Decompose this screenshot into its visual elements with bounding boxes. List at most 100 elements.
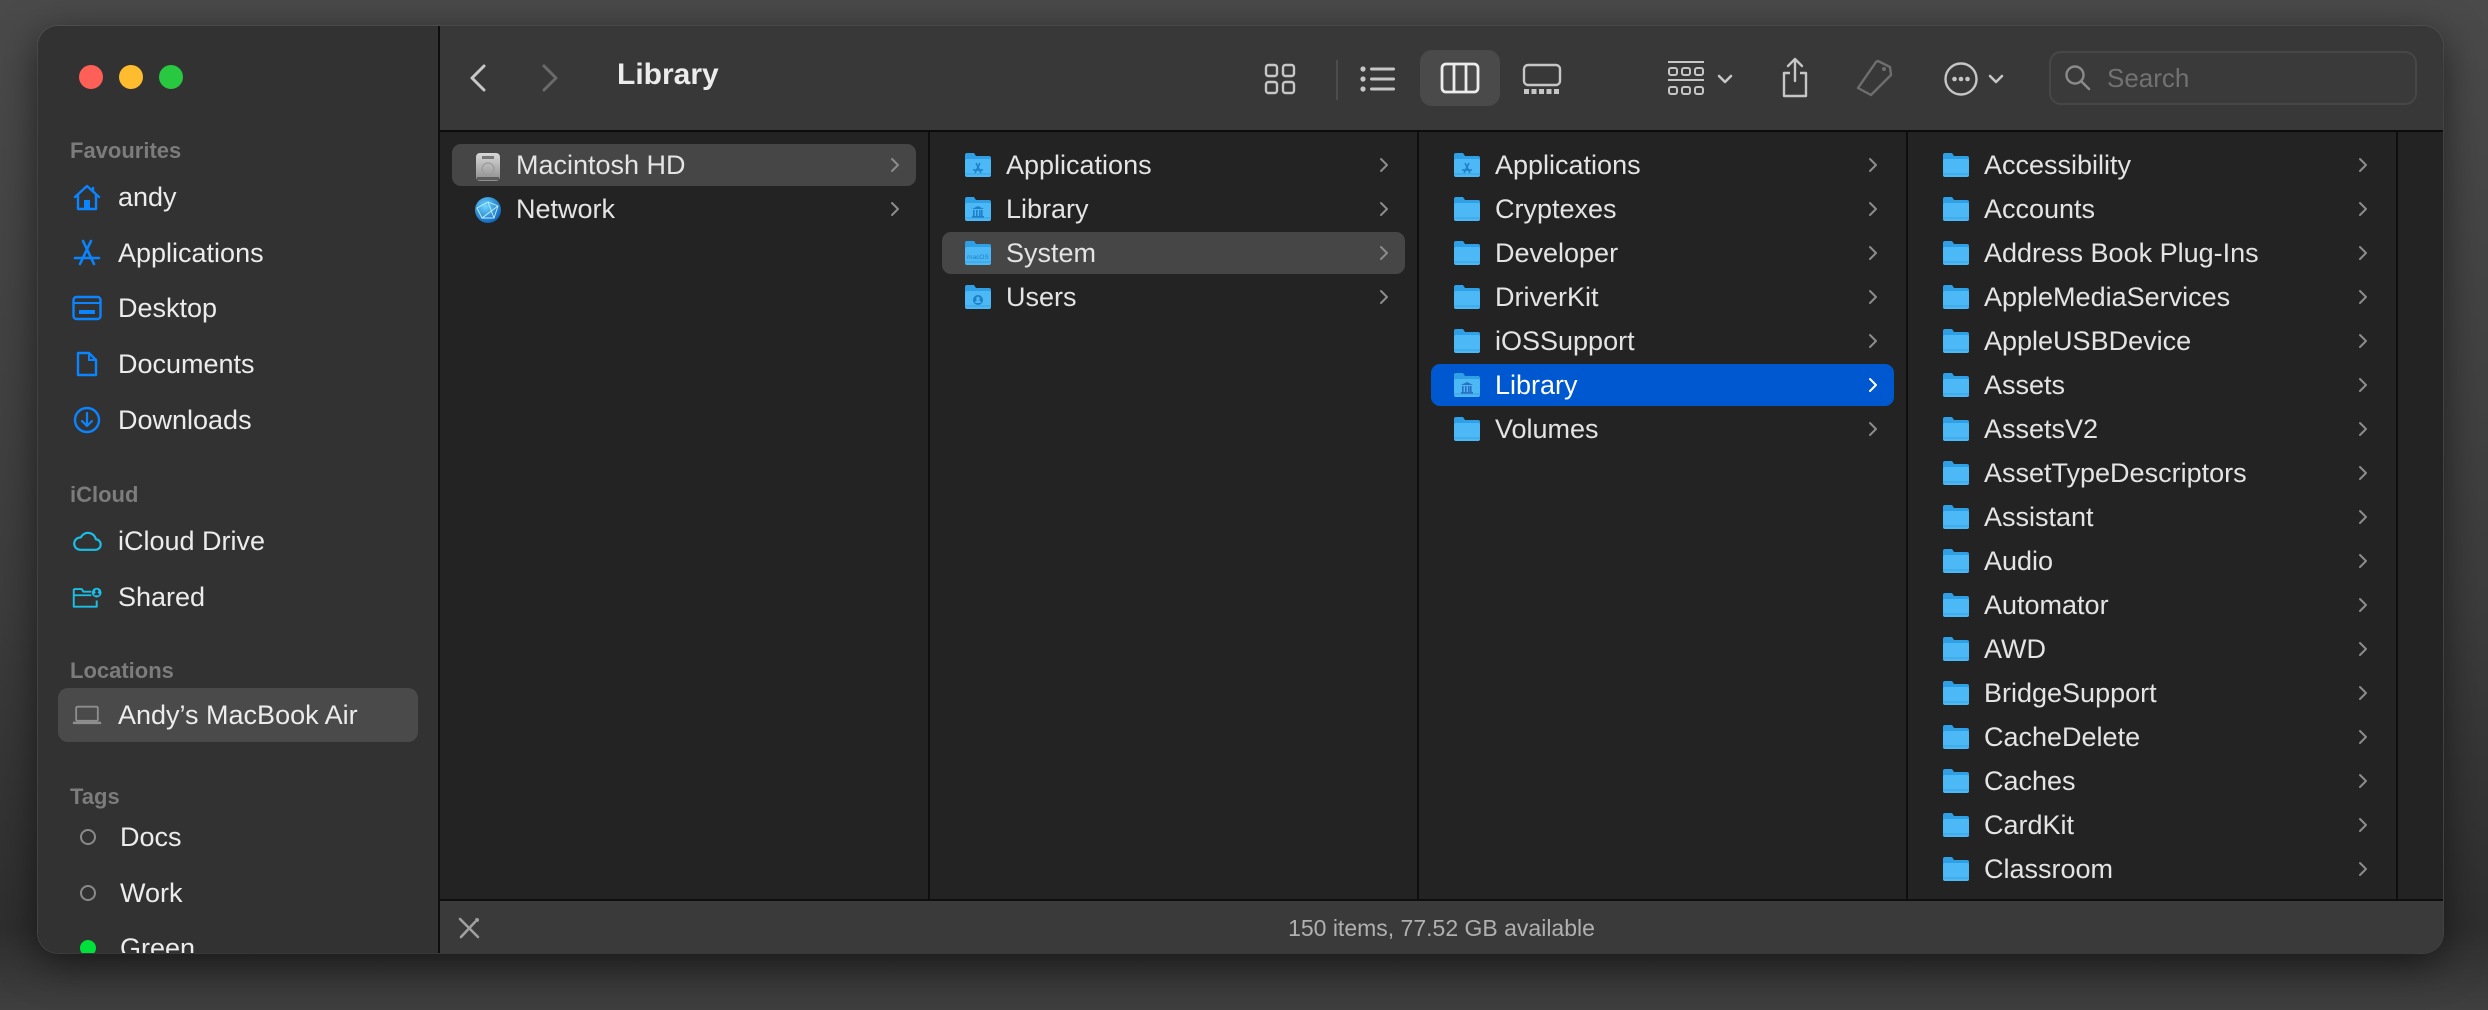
list-item[interactable]: Applications [942, 144, 1405, 186]
sidebar-item-icloud-drive[interactable]: iCloud Drive [58, 514, 418, 568]
search-field[interactable] [2049, 51, 2417, 105]
desktop-icon [72, 293, 102, 323]
column-3[interactable]: Applications Cryptexes Developer DriverKit i… [1419, 132, 1908, 899]
list-view-button[interactable] [1353, 52, 1403, 106]
list-item[interactable]: Assistant [1920, 496, 2384, 538]
list-item[interactable]: Network [452, 188, 916, 230]
list-item[interactable]: Automator [1920, 584, 2384, 626]
sidebar-item-tag-docs[interactable]: Docs [58, 810, 418, 864]
back-button[interactable] [460, 56, 496, 100]
list-item[interactable]: AssetTypeDescriptors [1920, 452, 2384, 494]
gallery-view-button[interactable] [1517, 52, 1567, 106]
list-item[interactable]: Library [1431, 364, 1894, 406]
sidebar-item-desktop[interactable]: Desktop [58, 281, 418, 335]
list-item[interactable]: AppleMediaServices [1920, 276, 2384, 318]
list-item[interactable]: Applications [1431, 144, 1894, 186]
zoom-window-button[interactable] [159, 65, 183, 89]
edit-tags-button[interactable] [1852, 50, 1896, 106]
chevron-right-icon [2356, 375, 2370, 395]
list-item[interactable]: AssetsV2 [1920, 408, 2384, 450]
share-button[interactable] [1775, 50, 1815, 106]
item-name: Assistant [1984, 501, 2094, 532]
chevron-right-icon [2356, 683, 2370, 703]
list-item[interactable]: Users [942, 276, 1405, 318]
list-item[interactable]: Address Book Plug-Ins [1920, 232, 2384, 274]
column-2[interactable]: Applications Library macOS System Users [930, 132, 1419, 899]
chevron-right-icon [1866, 243, 1880, 263]
group-by-button[interactable] [1662, 52, 1738, 106]
tag-dot-icon [80, 885, 96, 901]
list-item[interactable]: Accounts [1920, 188, 2384, 230]
download-icon [72, 405, 102, 435]
list-item[interactable]: BridgeSupport [1920, 672, 2384, 714]
list-item[interactable]: Developer [1431, 232, 1894, 274]
list-item[interactable]: Volumes [1431, 408, 1894, 450]
folder-icon [1942, 856, 1970, 882]
list-item[interactable]: Accessibility [1920, 144, 2384, 186]
list-item[interactable]: AppleUSBDevice [1920, 320, 2384, 362]
chevron-right-icon [1866, 199, 1880, 219]
sidebar-item-applications[interactable]: Applications [58, 226, 418, 280]
item-name: Developer [1495, 237, 1619, 268]
folder-icon [1942, 636, 1970, 662]
sidebar-item-tag-work[interactable]: Work [58, 866, 418, 920]
sidebar-item-macbook-air[interactable]: Andy’s MacBook Air [58, 688, 418, 742]
list-item[interactable]: Classroom [1920, 848, 2384, 890]
status-text: 150 items, 77.52 GB available [1288, 915, 1595, 941]
laptop-icon [72, 700, 102, 730]
list-item[interactable]: CacheDelete [1920, 716, 2384, 758]
cloud-icon [72, 526, 102, 556]
tag-icon [1856, 59, 1893, 97]
chevron-right-icon [2356, 859, 2370, 879]
forward-button[interactable] [532, 56, 568, 100]
toolbar-divider [1336, 60, 1338, 100]
list-item[interactable]: DriverKit [1431, 276, 1894, 318]
column-4[interactable]: Accessibility Accounts Address Book Plug-I… [1908, 132, 2398, 899]
chevron-right-icon [2356, 199, 2370, 219]
window-title: Library [617, 58, 719, 91]
list-item[interactable]: Macintosh HD [452, 144, 916, 186]
chevron-right-icon [2356, 463, 2370, 483]
item-name: CacheDelete [1984, 721, 2141, 752]
list-item[interactable]: Caches [1920, 760, 2384, 802]
list-item[interactable]: AWD [1920, 628, 2384, 670]
list-item[interactable]: macOS System [942, 232, 1405, 274]
sidebar-item-tag-green[interactable]: Green [58, 921, 418, 953]
column-5[interactable] [2398, 132, 2443, 899]
folder-icon [1942, 240, 1970, 266]
item-name: Library [1495, 369, 1578, 400]
icon-view-button[interactable] [1255, 52, 1305, 106]
item-name: Macintosh HD [516, 149, 686, 180]
column-view-button[interactable] [1420, 50, 1500, 106]
item-name: AssetsV2 [1984, 413, 2099, 444]
column-browser: Macintosh HD Network Applications Library m… [440, 132, 2443, 899]
sidebar-item-label: Green [120, 932, 196, 954]
search-input[interactable] [2105, 61, 2409, 95]
applications-folder-icon [1453, 152, 1481, 178]
list-item[interactable]: iOSSupport [1431, 320, 1894, 362]
share-icon [1782, 57, 1808, 98]
sidebar-item-downloads[interactable]: Downloads [58, 393, 418, 447]
folder-icon [1942, 680, 1970, 706]
item-name: AWD [1984, 633, 2046, 664]
sidebar-item-shared[interactable]: Shared [58, 570, 418, 624]
item-name: Address Book Plug-Ins [1984, 237, 2259, 268]
folder-icon [1942, 768, 1970, 794]
list-item[interactable]: Audio [1920, 540, 2384, 582]
list-item[interactable]: Assets [1920, 364, 2384, 406]
sidebar-item-documents[interactable]: Documents [58, 337, 418, 391]
column-1[interactable]: Macintosh HD Network [440, 132, 930, 899]
sidebar-item-label: andy [118, 181, 177, 212]
list-item[interactable]: CardKit [1920, 804, 2384, 846]
chevron-right-icon [888, 199, 902, 219]
tag-dot-icon [80, 829, 96, 845]
list-item[interactable]: Cryptexes [1431, 188, 1894, 230]
minimize-window-button[interactable] [119, 65, 143, 89]
chevron-right-icon [542, 64, 558, 92]
close-window-button[interactable] [79, 65, 103, 89]
sidebar-item-andy[interactable]: andy [58, 170, 418, 224]
toolbar: Library [440, 26, 2443, 132]
status-bar: 150 items, 77.52 GB available [440, 899, 2443, 953]
list-item[interactable]: Library [942, 188, 1405, 230]
more-actions-button[interactable] [1934, 52, 2014, 106]
